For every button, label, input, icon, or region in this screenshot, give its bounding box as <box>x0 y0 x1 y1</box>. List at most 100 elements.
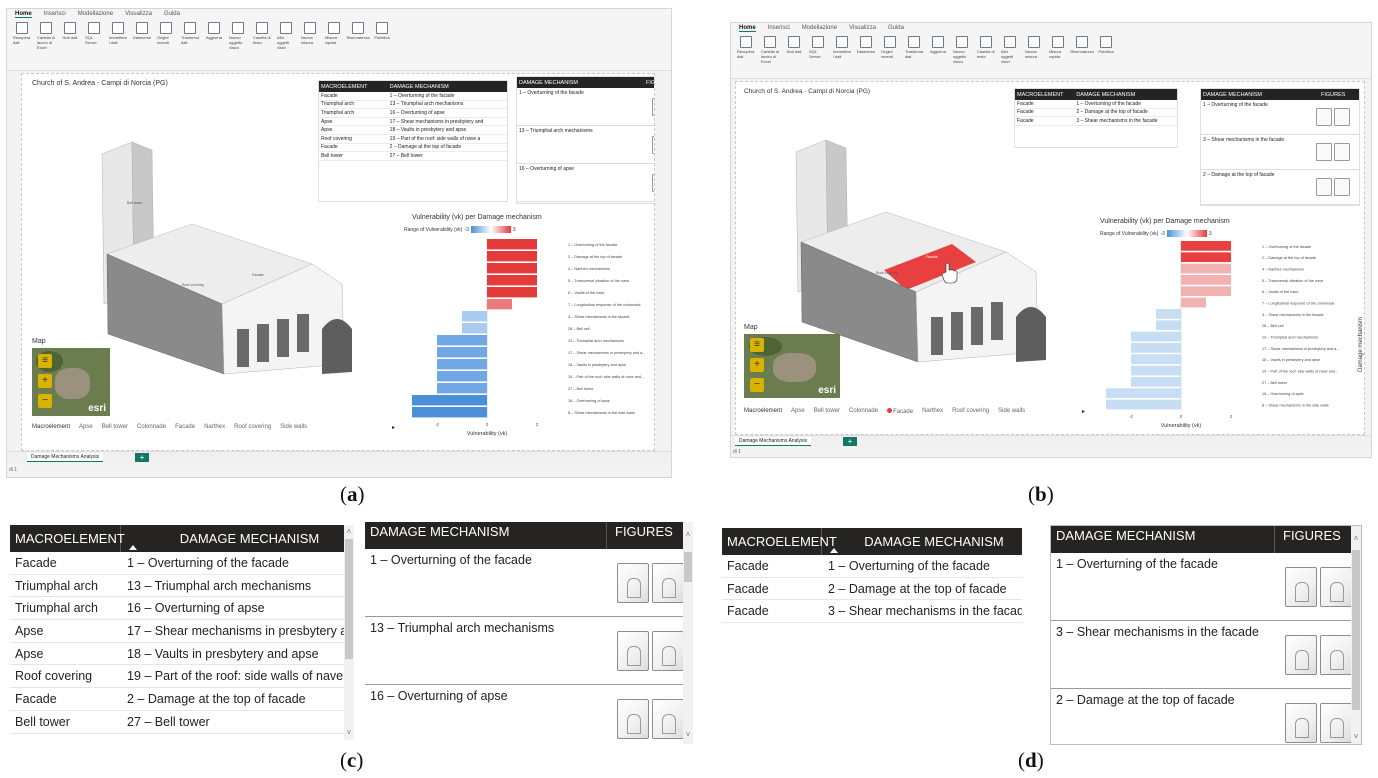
col-damage-mechanism[interactable]: DAMAGE MECHANISM <box>822 528 1022 555</box>
map-zoom-in-button[interactable]: + <box>750 358 764 372</box>
zoomed-figures-table[interactable]: DAMAGE MECHANISM FIGURES 1 – Overturning… <box>1050 525 1362 745</box>
figure-row[interactable]: 2 – Damage at the top of facade <box>1201 170 1359 205</box>
bar-14[interactable] <box>412 395 487 406</box>
ribbon-button[interactable]: SQL Server <box>85 22 103 50</box>
map-list-button[interactable]: ≡ <box>38 354 52 368</box>
ribbon-button[interactable]: Aggiorna <box>929 36 947 64</box>
bar-12[interactable] <box>1131 365 1181 376</box>
scrollbar-thumb[interactable] <box>684 552 692 582</box>
table-row[interactable]: Facade 2 – Damage at the top of facade <box>10 688 354 711</box>
scroll-up-icon[interactable]: ˄ <box>344 527 354 537</box>
macroelement-slicer[interactable]: Macroelement Apse Bell tower Colonnade Facad… <box>744 408 1025 415</box>
table-row[interactable]: Triumphal arch 16 – Overturning of apse <box>10 597 354 621</box>
ribbon-tab-home[interactable]: Home <box>15 11 32 18</box>
macroelement-slicer[interactable]: Macroelement Apse Bell tower Colonnade Facad… <box>32 424 307 430</box>
scroll-down-icon[interactable]: ˅ <box>683 730 693 740</box>
ribbon-button[interactable]: Riservatezza <box>1070 36 1094 64</box>
bar-15[interactable] <box>412 407 487 418</box>
map-visual[interactable]: ≡ + − esri <box>744 334 840 398</box>
ribbon-button[interactable]: Cartella di lavoro di Excel <box>37 22 55 50</box>
ribbon-button[interactable]: Aggiorna <box>205 22 223 50</box>
bar-4[interactable] <box>1181 275 1231 285</box>
figure-row[interactable]: 13 – Triumphal arch mechanisms <box>517 126 654 164</box>
bar-8[interactable] <box>1156 320 1181 331</box>
col-damage-mechanism[interactable]: DAMAGE MECHANISM <box>1201 92 1319 98</box>
map-zoom-out-button[interactable]: − <box>750 378 764 392</box>
zoomed-figures-table[interactable]: DAMAGE MECHANISM FIGURES 1 – Overturning… <box>365 522 693 744</box>
sheet-tab[interactable]: Damage Mechanisms Analysis <box>27 453 104 462</box>
sort-ascending-icon[interactable] <box>830 548 838 553</box>
ribbon-button[interactable]: Nuovo oggetto visivo <box>953 36 971 64</box>
bar-4[interactable] <box>487 275 537 286</box>
table-row[interactable]: Bell tower 27 – Bell tower <box>319 152 507 161</box>
table-row[interactable]: Facade 1 – Overturning of the facade <box>722 555 1022 578</box>
scrollbar-thumb[interactable] <box>345 539 353 659</box>
add-sheet-button[interactable]: + <box>135 453 149 462</box>
bar-10[interactable] <box>1131 343 1181 353</box>
sort-ascending-icon[interactable] <box>129 545 137 550</box>
table-row[interactable]: Facade 3 – Shear mechanisms in the facade <box>722 600 1022 624</box>
bar-15[interactable] <box>1106 399 1181 410</box>
scroll-down-icon[interactable]: ˅ <box>344 728 354 738</box>
table-row[interactable]: Facade 2 – Damage at the top of facade <box>1015 109 1177 118</box>
ribbon-button[interactable]: Hub dati <box>61 22 79 50</box>
slicer-item[interactable]: Colonnade <box>137 424 166 430</box>
figure-row[interactable]: 1 – Overturning of the facade <box>1051 553 1361 621</box>
bar-1[interactable] <box>1181 241 1231 251</box>
bar-7[interactable] <box>462 311 487 322</box>
table-row[interactable]: Triumphal arch 16 – Overturning of apse <box>319 109 507 118</box>
table-row[interactable]: Apse 17 – Shear mechanisms in presbytery … <box>319 118 507 127</box>
table-row[interactable]: Apse 18 – Vaults in presbytery and apse <box>319 126 507 135</box>
figure-row[interactable]: 2 – Damage at the top of facade <box>1051 689 1361 744</box>
bar-10[interactable] <box>437 347 487 358</box>
table-row[interactable]: Apse 18 – Vaults in presbytery and apse <box>10 643 354 666</box>
ribbon-button[interactable]: Immettere i dati <box>833 36 851 64</box>
ribbon-tab-inserisci[interactable]: Inserisci <box>44 11 66 18</box>
bar-6[interactable] <box>1181 297 1206 308</box>
vulnerability-bar-chart[interactable]: 1 – Overturning of the facade 2 – Damage … <box>402 234 655 444</box>
ribbon-button[interactable]: Cartella di lavoro di Excel <box>761 36 779 64</box>
bar-9[interactable] <box>1131 331 1181 342</box>
sheet-tab[interactable]: Damage Mechanisms Analysis <box>735 437 812 446</box>
ribbon-button[interactable]: Misura rapida <box>1049 36 1067 64</box>
slicer-item[interactable]: Bell tower <box>102 424 128 430</box>
slicer-item[interactable]: Side walls <box>998 408 1025 415</box>
col-macroelement[interactable]: MACROELEMENT <box>722 528 837 555</box>
ribbon-tab-home[interactable]: Home <box>739 25 756 32</box>
bar-14[interactable] <box>1106 388 1181 399</box>
vertical-scrollbar[interactable]: ˄ ˅ <box>683 522 693 744</box>
bar-7[interactable] <box>1156 309 1181 319</box>
ribbon-button[interactable]: Altri oggetti visivi <box>1001 36 1019 64</box>
table-row[interactable]: Facade 2 – Damage at the top of facade <box>319 144 507 153</box>
bar-3[interactable] <box>1181 263 1231 274</box>
ribbon-button[interactable]: Altri oggetti visivi <box>277 22 295 50</box>
ribbon-button[interactable]: Casella di testo <box>977 36 995 64</box>
slicer-item[interactable]: Narthex <box>922 408 943 415</box>
ribbon-button[interactable]: Nuovo oggetto visivo <box>229 22 247 50</box>
slicer-item[interactable]: Roof covering <box>952 408 989 415</box>
ribbon-button[interactable]: Pubblica <box>373 22 391 50</box>
map-zoom-out-button[interactable]: − <box>38 394 52 408</box>
slicer-item[interactable]: Side walls <box>280 424 307 430</box>
ribbon-button[interactable]: Dataverse <box>133 22 151 50</box>
ribbon-tab-modellazione[interactable]: Modellazione <box>78 11 113 18</box>
slicer-next-arrow[interactable]: ▸ <box>1082 408 1085 415</box>
bar-5[interactable] <box>1181 286 1231 297</box>
col-figures[interactable]: FIGURES <box>643 80 654 86</box>
ribbon-button[interactable]: Recupera dati <box>13 22 31 50</box>
ribbon-button[interactable]: Origini recenti <box>157 22 175 50</box>
map-list-button[interactable]: ≡ <box>750 338 764 352</box>
ribbon-tab-guida[interactable]: Guida <box>888 25 904 32</box>
bar-2[interactable] <box>487 251 537 262</box>
ribbon-button[interactable]: Pubblica <box>1097 36 1115 64</box>
ribbon-button[interactable]: Origini recenti <box>881 36 899 64</box>
ribbon-tab-inserisci[interactable]: Inserisci <box>768 25 790 32</box>
bar-13[interactable] <box>437 383 487 394</box>
ribbon-button[interactable]: Trasforma dati <box>905 36 923 64</box>
scroll-up-icon[interactable]: ˄ <box>1351 534 1361 544</box>
col-macroelement[interactable]: MACROELEMENT <box>319 84 387 90</box>
col-damage-mechanism[interactable]: DAMAGE MECHANISM <box>121 525 354 552</box>
ribbon-tab-visualizza[interactable]: Visualizza <box>125 11 152 18</box>
slicer-item[interactable]: Apse <box>79 424 93 430</box>
slicer-item[interactable]: Facade <box>887 408 913 415</box>
